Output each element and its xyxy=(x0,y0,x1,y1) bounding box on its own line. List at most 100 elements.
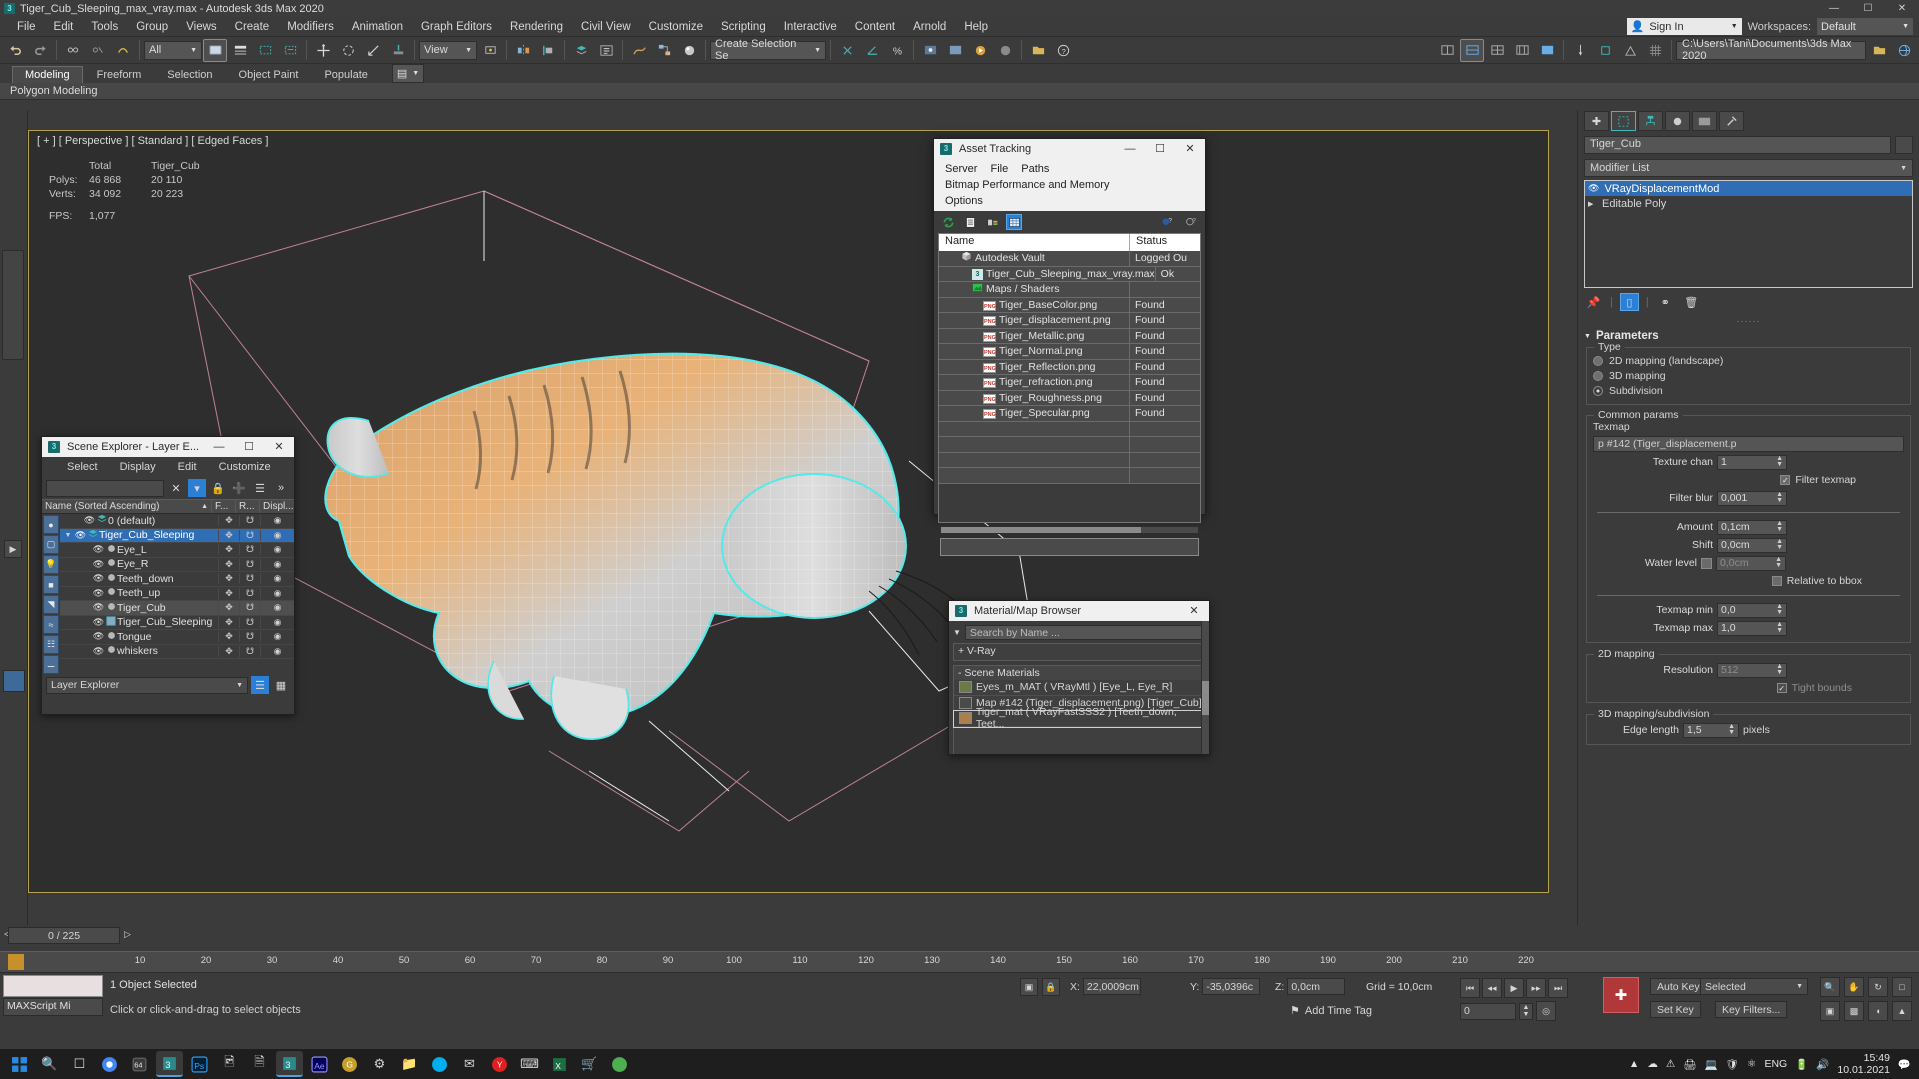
filter-groups-icon[interactable]: ☷ xyxy=(43,635,59,654)
orbit-icon[interactable]: ↻ xyxy=(1868,977,1888,997)
workspace-combo[interactable]: Default ▼ xyxy=(1817,18,1913,35)
selection-filter-combo[interactable]: All ▼ xyxy=(144,40,202,60)
frozen-cell[interactable]: ✥ xyxy=(218,515,239,527)
tab-utilities[interactable] xyxy=(1719,111,1744,131)
image-viewer-icon[interactable]: 🖻 xyxy=(216,1051,243,1077)
asset-tracking-maximize[interactable]: ☐ xyxy=(1145,139,1175,159)
tray-volume-icon[interactable]: 🔊 xyxy=(1816,1058,1829,1071)
chrome-icon[interactable] xyxy=(96,1051,123,1077)
render-cell[interactable]: ☋ xyxy=(239,573,260,585)
filter-icon[interactable]: ▾ xyxy=(188,479,206,497)
mail-icon[interactable]: ✉ xyxy=(456,1051,483,1077)
goto-start-icon[interactable]: ⏮ xyxy=(1460,978,1480,998)
scene-explorer-row[interactable]: 👁 Tiger_Cub ✥ ☋ ◉ xyxy=(60,601,294,616)
display-cell[interactable]: ◉ xyxy=(260,544,294,556)
zoom-icon[interactable]: 🔍 xyxy=(1820,977,1840,997)
frozen-cell[interactable]: ✥ xyxy=(218,544,239,556)
asset-tracking-close[interactable]: ✕ xyxy=(1175,139,1205,159)
scene-explorer-row[interactable]: 👁 Tongue ✥ ☋ ◉ xyxy=(60,630,294,645)
render-cell[interactable]: ☋ xyxy=(239,544,260,556)
spinner-arrows-icon[interactable]: ▲ ▼ xyxy=(1728,723,1735,736)
stack-item-editable-poly[interactable]: ▶ Editable Poly xyxy=(1585,196,1912,211)
frozen-cell[interactable]: ✥ xyxy=(218,529,239,541)
asset-row[interactable]: PNG Tiger_refraction.png Found xyxy=(939,375,1200,391)
percent-snap-icon[interactable]: % xyxy=(885,39,909,62)
visibility-eye-icon[interactable]: 👁 xyxy=(92,602,105,613)
render-cell[interactable]: ☋ xyxy=(239,529,260,541)
layer-list-icon[interactable]: ☰ xyxy=(251,676,269,694)
radio-2d-mapping[interactable]: 2D mapping (landscape) xyxy=(1593,353,1904,368)
minimize-button[interactable]: — xyxy=(1817,0,1851,17)
render-cell[interactable]: ☋ xyxy=(239,631,260,643)
asset-tracking-titlebar[interactable]: 3 Asset Tracking — ☐ ✕ xyxy=(934,139,1205,159)
filter-shapes-icon[interactable]: ▢ xyxy=(43,535,59,554)
display-cell[interactable]: ◉ xyxy=(260,602,294,614)
asset-row[interactable]: PNG Tiger_Reflection.png Found xyxy=(939,359,1200,375)
render-cell[interactable]: ☋ xyxy=(239,558,260,570)
select-by-name-icon[interactable] xyxy=(228,39,252,62)
maximize-viewport-icon[interactable]: □ xyxy=(1892,977,1912,997)
menu-item-interactive[interactable]: Interactive xyxy=(775,19,846,35)
material-list-scrollbar[interactable] xyxy=(1201,621,1209,754)
menu-item-rendering[interactable]: Rendering xyxy=(501,19,572,35)
visibility-eye-icon[interactable]: 👁 xyxy=(92,617,105,628)
maximize-button[interactable]: ☐ xyxy=(1851,0,1885,17)
menu-item-tools[interactable]: Tools xyxy=(82,19,127,35)
visibility-eye-icon[interactable]: 👁 xyxy=(92,573,105,584)
path-edit-icon[interactable] xyxy=(984,214,1000,230)
clear-search-icon[interactable]: ✕ xyxy=(167,479,185,497)
display-cell[interactable]: ◉ xyxy=(260,515,294,527)
menu-item-animation[interactable]: Animation xyxy=(343,19,412,35)
asset-row[interactable]: PNG Tiger_displacement.png Found xyxy=(939,313,1200,329)
asset-row[interactable]: 3 Tiger_Cub_Sleeping_max_vray.max Ok xyxy=(939,266,1200,282)
select-and-place-icon[interactable] xyxy=(386,39,410,62)
vray-group[interactable]: + V-Ray xyxy=(953,643,1205,661)
radio-3d-mapping[interactable]: 3D mapping xyxy=(1593,368,1904,383)
reference-coordinate-combo[interactable]: View ▼ xyxy=(419,40,477,60)
folder-icon[interactable]: 📁 xyxy=(396,1051,423,1077)
amount-spinner[interactable]: 0,1cm ▲ ▼ xyxy=(1717,519,1787,535)
scene-explorer-row[interactable]: ▼ 👁 Tiger_Cub_Sleeping ✥ ☋ ◉ xyxy=(60,528,294,543)
frozen-cell[interactable]: ✥ xyxy=(218,631,239,643)
rendered-frame-icon[interactable] xyxy=(943,39,967,62)
edge-length-spinner[interactable]: 1,5 ▲ ▼ xyxy=(1683,722,1739,738)
material-editor-icon[interactable] xyxy=(677,39,701,62)
lock-icon[interactable]: 🔒 xyxy=(209,479,227,497)
scene-explorer-close[interactable]: ✕ xyxy=(264,437,294,457)
key-filters-button[interactable]: Key Filters... xyxy=(1715,1001,1788,1018)
material-map-browser-dialog[interactable]: 3 Material/Map Browser ✕ ▼ Search by Nam… xyxy=(948,600,1210,755)
use-pivot-point-icon[interactable] xyxy=(478,39,502,62)
tray-cloud-icon[interactable]: ☁ xyxy=(1647,1058,1658,1070)
schematic-view-icon[interactable] xyxy=(652,39,676,62)
spinner-arrows-icon[interactable]: ▲ ▼ xyxy=(1776,603,1783,616)
ribbon-tab-selection[interactable]: Selection xyxy=(155,67,224,83)
menu-item-help[interactable]: Help xyxy=(955,19,997,35)
scene-explorer-titlebar[interactable]: 3 Scene Explorer - Layer E... — ☐ ✕ xyxy=(42,437,294,457)
render-setup-icon[interactable] xyxy=(918,39,942,62)
modifier-stack[interactable]: 👁 VRayDisplacementMod ▶ Editable Poly xyxy=(1584,180,1913,288)
relative-to-bbox-checkbox[interactable]: Relative to bbox xyxy=(1771,575,1862,587)
layout-2-icon[interactable] xyxy=(1460,38,1484,62)
play-icon[interactable]: ▶ xyxy=(1504,978,1524,998)
spinner-arrows-icon[interactable]: ▲ ▼ xyxy=(1776,491,1783,504)
move-child-icon[interactable] xyxy=(1568,39,1592,62)
bind-space-warp-icon[interactable] xyxy=(111,39,135,62)
tab-create[interactable]: ✚ xyxy=(1584,111,1609,131)
zoom-extents-icon[interactable]: ▣ xyxy=(1820,1001,1840,1021)
at-menu-file[interactable]: File xyxy=(985,161,1013,177)
settings-icon[interactable]: ⚙ xyxy=(366,1051,393,1077)
col-render[interactable]: R... xyxy=(236,500,260,513)
yandex-icon[interactable]: Y xyxy=(486,1051,513,1077)
zoom-region-icon[interactable]: ▩ xyxy=(1844,1001,1864,1021)
task-view-icon[interactable]: ☐ xyxy=(66,1051,93,1077)
tray-expand-icon[interactable]: ▲ xyxy=(1629,1058,1639,1070)
new-layer-icon[interactable]: ▦ xyxy=(272,676,290,694)
tray-alert-icon[interactable]: ⚠ xyxy=(1666,1058,1675,1070)
key-filter-mode-combo[interactable]: Selected ▼ xyxy=(1700,978,1808,995)
text-editor-icon[interactable]: 🗎 xyxy=(246,1051,273,1077)
tray-monitor-icon[interactable]: 💻 xyxy=(1705,1058,1718,1071)
layout-wide-icon[interactable] xyxy=(1535,39,1559,62)
filter-lights-icon[interactable]: 💡 xyxy=(43,555,59,574)
parameters-rollout-header[interactable]: ▼ Parameters xyxy=(1584,330,1913,342)
select-and-rotate-icon[interactable] xyxy=(336,39,360,62)
